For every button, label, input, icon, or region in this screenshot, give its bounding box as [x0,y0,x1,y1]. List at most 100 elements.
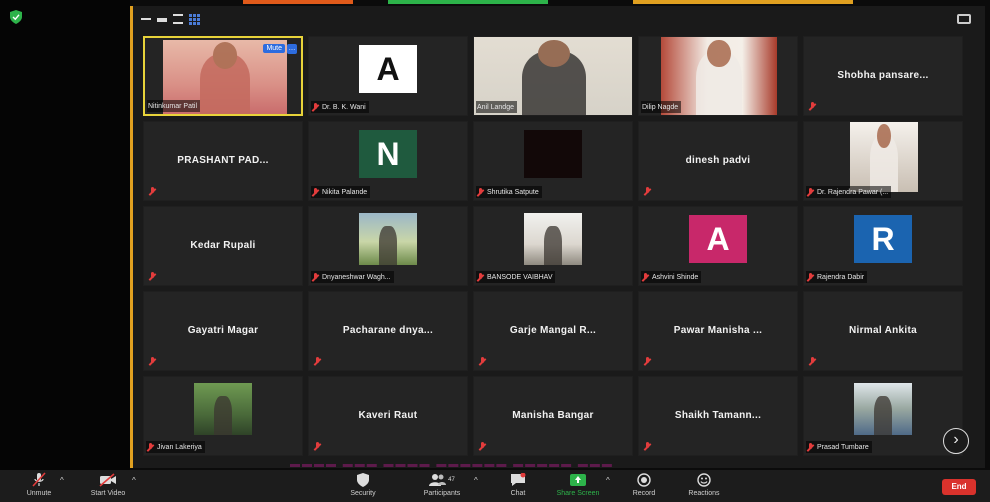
participant-name-label: Dilip Nagde [641,101,682,113]
participant-tile-pacharane-dnya[interactable]: Pacharane dnya... [308,291,468,371]
unmute-label: Unmute [26,490,52,497]
mic-muted-icon [642,272,649,282]
participant-video [850,122,918,192]
participant-tile-gayatri-magar[interactable]: Gayatri Magar [143,291,303,371]
participant-tile-dr-b-k-wani[interactable]: A Dr. B. K. Wani [308,36,468,116]
participant-tile-garje-mangal-r[interactable]: Garje Mangal R... [473,291,633,371]
share-screen-button[interactable]: Share Screen [548,472,608,500]
participant-name-label: Anil Landge [476,101,517,113]
chevron-up-icon[interactable]: ^ [606,476,610,485]
top-accent-bar [388,0,548,4]
person-silhouette [200,42,250,114]
participant-tile-kaveri-raut[interactable]: Kaveri Raut [308,376,468,456]
person-silhouette [214,396,232,435]
more-options-icon[interactable]: … [287,44,297,54]
participant-name: Shobha pansare... [837,70,929,81]
next-page-button[interactable]: › [943,428,969,454]
mic-muted-icon [314,357,321,366]
mic-muted-icon [312,187,319,197]
participant-tile-dr-rajendra-pawar[interactable]: Dr. Rajendra Pawar (... [803,121,963,201]
minimize-icon[interactable] [141,14,151,20]
participant-tile-shrutika-satpute[interactable]: Shrutika Satpute [473,121,633,201]
participant-tile-dilip-nagde[interactable]: Dilip Nagde [638,36,798,116]
mic-muted-icon [312,272,319,282]
zoom-meeting-app: Mute… Nitinkumar Patil A Dr. B. K. Wani Anil… [0,0,990,502]
mic-muted-icon [809,357,816,366]
record-button[interactable]: Record [624,472,664,500]
chevron-right-icon: › [953,431,959,448]
person-silhouette [874,396,892,435]
person-silhouette [695,39,743,115]
participant-name: Gayatri Magar [187,325,259,336]
participant-tile-prasad-tumbare[interactable]: Prasad Tumbare [803,376,963,456]
security-button[interactable]: Security [340,472,386,500]
share-screen-icon [570,474,586,486]
chevron-up-icon[interactable]: ^ [474,476,478,485]
person-head [212,42,238,69]
participant-tile-prashant-pad[interactable]: PRASHANT PAD... [143,121,303,201]
record-icon [637,473,651,487]
record-label: Record [632,490,656,497]
view-toggle-icon[interactable] [957,14,971,24]
participants-button[interactable]: 47 Participants [414,472,470,500]
security-label: Security [350,490,376,497]
chat-button[interactable]: Chat [498,472,538,500]
participant-tile-jivan-lakeriya[interactable]: Jivan Lakeriya [143,376,303,456]
meeting-window: Mute… Nitinkumar Patil A Dr. B. K. Wani Anil… [130,0,985,468]
mute-participant-button[interactable]: Mute [263,44,285,53]
mic-muted-icon [807,187,814,197]
chat-icon [511,473,526,486]
participant-tile-pawar-manisha[interactable]: Pawar Manisha ... [638,291,798,371]
participant-name-text: Anil Landge [477,103,514,111]
participant-name-text: Dnyaneshwar Wagh... [322,273,391,281]
participant-tile-nitinkumar-patil[interactable]: Mute… Nitinkumar Patil [143,36,303,116]
top-accent-bar [243,0,353,4]
participant-name: Shaikh Tamann... [674,410,762,421]
participant-tile-rajendra-dabir[interactable]: R Rajendra Dabir [803,206,963,286]
participant-name: Pawar Manisha ... [673,325,763,336]
reactions-button[interactable]: Reactions [680,472,728,500]
participant-name-label: Rajendra Dabir [806,271,868,283]
participants-count: 47 [448,477,455,483]
participant-name-text: Prasad Tumbare [817,443,869,451]
person-silhouette [544,226,562,265]
mic-muted-icon [807,442,814,452]
mic-muted-icon [147,442,154,452]
person-silhouette [870,124,898,192]
participant-tile-nikita-palande[interactable]: N Nikita Palande [308,121,468,201]
participant-name-label: Shrutika Satpute [476,186,542,198]
list-view-icon[interactable] [173,14,183,24]
participant-tile-dnyaneshwar-wagh[interactable]: Dnyaneshwar Wagh... [308,206,468,286]
mic-muted-icon [479,442,486,451]
participant-name: Kedar Rupali [190,240,256,251]
chat-label: Chat [510,490,526,497]
unmute-button[interactable]: Unmute [14,472,64,500]
mic-muted-icon [809,102,816,111]
chevron-up-icon[interactable]: ^ [60,476,64,485]
participant-name-text: BANSODE VAIBHAV [487,273,553,281]
participant-tile-shobha-pansare[interactable]: Shobha pansare... [803,36,963,116]
meeting-toolbar: Unmute ^ Start Video ^ Security 47 Parti… [0,470,990,502]
end-meeting-button[interactable]: End [942,479,976,495]
participant-name-text: Nikita Palande [322,188,368,196]
participant-tile-shaikh-tamann[interactable]: Shaikh Tamann... [638,376,798,456]
participant-tile-anil-landge[interactable]: Anil Landge [473,36,633,116]
participant-name-label: Nikita Palande [311,186,371,198]
avatar: R [854,215,912,263]
gallery-view-icon[interactable] [189,14,201,25]
meeting-top-bar [133,6,985,34]
start-video-button[interactable]: Start Video [80,472,136,500]
person-silhouette [522,39,586,115]
person-silhouette [379,226,397,265]
participant-tile-kedar-rupali[interactable]: Kedar Rupali [143,206,303,286]
participant-name-label: Dnyaneshwar Wagh... [311,271,394,283]
participant-tile-manisha-bangar[interactable]: Manisha Bangar [473,376,633,456]
participant-tile-bansode-vaibhav[interactable]: BANSODE VAIBHAV [473,206,633,286]
chevron-up-icon[interactable]: ^ [132,476,136,485]
participant-tile-dinesh-padvi[interactable]: dinesh padvi [638,121,798,201]
hide-video-icon[interactable] [157,18,167,22]
participant-tile-ashvini-shinde[interactable]: A Ashvini Shinde [638,206,798,286]
mic-muted-icon [479,357,486,366]
participant-name: Nirmal Ankita [849,325,917,336]
participant-tile-nirmal-ankita[interactable]: Nirmal Ankita [803,291,963,371]
